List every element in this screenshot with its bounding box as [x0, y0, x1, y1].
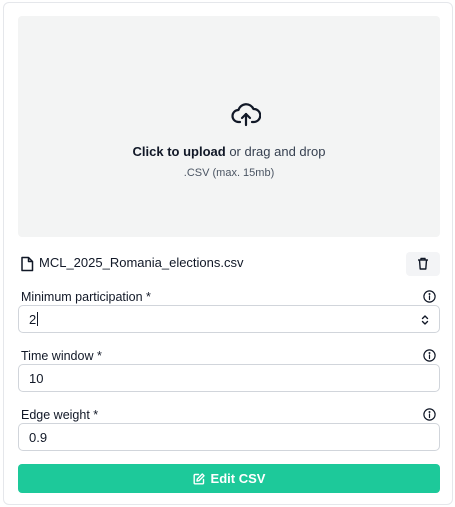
min-participation-value: 2 [29, 312, 37, 327]
cloud-upload-icon [231, 103, 261, 127]
time-window-input[interactable]: 10 [18, 364, 440, 392]
min-participation-label: Minimum participation * [21, 290, 151, 304]
edit-icon [193, 473, 205, 485]
time-window-label: Time window * [21, 349, 102, 363]
delete-file-button[interactable] [406, 252, 440, 276]
drag-drop-text: or drag and drop [225, 144, 326, 159]
info-icon[interactable] [423, 349, 436, 362]
edit-csv-button-content: Edit CSV [18, 471, 440, 486]
file-dropzone[interactable]: Click to upload or drag and drop .CSV (m… [18, 16, 440, 237]
number-stepper-icon[interactable] [421, 314, 429, 326]
text-caret [37, 312, 39, 326]
file-icon [21, 256, 34, 272]
min-participation-input[interactable]: 2 [18, 305, 440, 333]
info-icon[interactable] [423, 290, 436, 303]
trash-icon [418, 257, 428, 270]
edge-weight-input[interactable]: 0.9 [18, 423, 440, 451]
edit-csv-label: Edit CSV [210, 471, 266, 486]
info-icon[interactable] [423, 408, 436, 421]
time-window-value: 10 [29, 371, 44, 386]
edit-csv-button[interactable]: Edit CSV [18, 464, 440, 493]
edge-weight-value: 0.9 [29, 430, 48, 445]
edge-weight-label: Edge weight * [21, 408, 99, 422]
file-name: MCL_2025_Romania_elections.csv [39, 255, 244, 270]
upload-file-hint: .CSV (max. 15mb) [183, 167, 275, 179]
click-to-upload-link[interactable]: Click to upload [133, 144, 226, 159]
upload-instruction: Click to upload or drag and drop [18, 144, 440, 159]
selected-file-row: MCL_2025_Romania_elections.csv [18, 252, 440, 276]
